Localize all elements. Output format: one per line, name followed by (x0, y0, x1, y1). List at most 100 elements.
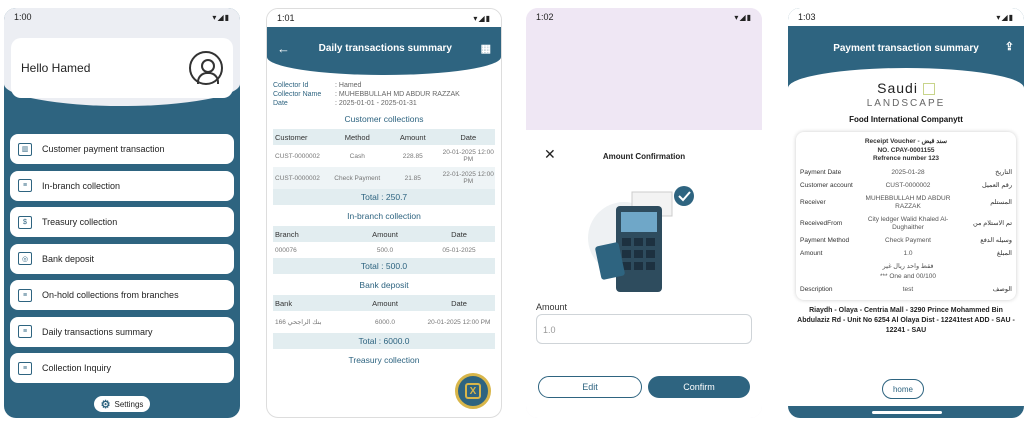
clock: 1:01 (277, 13, 295, 23)
in-branch-table: Branch Amount Date 000076 500.0 05-01-2025 T… (273, 226, 495, 274)
row-label-ar: الوصف (992, 285, 1012, 293)
edit-button[interactable]: Edit (538, 376, 642, 398)
confirm-button[interactable]: Confirm (648, 376, 750, 398)
th: Amount (372, 229, 398, 239)
gesture-bar[interactable] (872, 411, 942, 414)
td: 20-01-2025 12:00 PM (442, 149, 494, 163)
td: 21.85 (404, 174, 421, 182)
menu-item-on-hold[interactable]: ≡ On-hold collections from branches (10, 280, 234, 310)
row-label-ar: تم الاستلام من (973, 219, 1012, 227)
receipt-row: Payment Method Check Payment وسيله الدفع (800, 237, 1012, 245)
menu-item-in-branch[interactable]: ≡ In-branch collection (10, 170, 234, 201)
row-value: MUHEBBULLAH MD ABDUR RAZZAK (865, 194, 951, 210)
menu-label: Treasury collection (42, 217, 118, 227)
logo-square-icon (922, 83, 935, 96)
receipt-body: Saudi LANDSCAPE Food International Compa… (788, 68, 1024, 406)
row-label: Payment Method (800, 236, 850, 244)
header: ← Daily transactions summary ▦ (267, 27, 501, 75)
receipt-row: فقط واحد ريال غير (800, 263, 1012, 271)
receipt-screen: 1:03 ▾◢▮ Payment transaction summary ⇪ Sau… (788, 8, 1024, 418)
row-value: 1.0 (903, 249, 913, 257)
td: Check Payment (334, 174, 381, 182)
cash-icon: $ (18, 215, 32, 229)
td: بنك الراجحي 166 (275, 319, 322, 326)
menu-item-bank-deposit[interactable]: ◎ Bank deposit (10, 243, 234, 274)
document-icon: ≡ (18, 179, 32, 192)
menu-label: Bank deposit (42, 253, 95, 264)
th: Branch (275, 229, 299, 239)
document-icon: ≡ (18, 361, 32, 375)
receipt-row: Customer account CUST-0000002 رقم العميل (800, 182, 1012, 190)
menu-label: Collection Inquiry (42, 363, 112, 373)
home-button[interactable]: home (882, 379, 924, 399)
menu-item-collection-inquiry[interactable]: ≡ Collection Inquiry (10, 353, 234, 383)
amount-input[interactable]: 1.0 (536, 314, 752, 344)
status-icons: ▾◢▮ (996, 12, 1014, 22)
total-row: Total : 6000.0 (273, 333, 495, 349)
gear-icon: ⚙ (100, 398, 111, 411)
voucher-title: Receipt Voucher - سند قبض (864, 138, 948, 145)
td: 6000.0 (375, 318, 395, 326)
menu-label: Customer payment transaction (42, 144, 165, 154)
row-value: 2025-01-28 (891, 168, 925, 176)
main-menu: ▥ Customer payment transaction ≡ In-branch… (10, 134, 234, 390)
document-icon: ≡ (18, 288, 32, 302)
logo-text: Saudi (877, 80, 918, 96)
settings-label: Settings (114, 399, 144, 409)
row-label: Receiver (800, 198, 826, 206)
export-excel-button[interactable]: X (455, 373, 491, 409)
collector-info: Collector Id: Hamed Collector Name: MUHE… (267, 75, 501, 108)
th: Date (460, 132, 477, 142)
row-label: ReceivedFrom (800, 219, 843, 227)
logo-subtext: LANDSCAPE (866, 98, 946, 109)
back-arrow-icon[interactable]: ← (277, 41, 290, 56)
avatar-icon[interactable] (189, 51, 223, 85)
status-icons: ▾◢▮ (212, 12, 230, 22)
clock: 1:00 (14, 12, 32, 22)
row-value: Check Payment (885, 236, 931, 244)
menu-item-customer-payment[interactable]: ▥ Customer payment transaction (10, 134, 234, 164)
status-icons: ▾◢▮ (734, 12, 752, 22)
meta-value: : 2025-01-01 - 2025-01-31 (335, 100, 417, 107)
status-bar: 1:02 ▾◢▮ (526, 8, 762, 26)
document-icon: ≡ (18, 325, 32, 338)
menu-label: In-branch collection (42, 180, 121, 191)
th: Method (344, 132, 370, 142)
table-row: بنك الراجحي 166 6000.0 20-01-2025 12:00 PM (273, 311, 495, 333)
amount-label: Amount (536, 302, 568, 312)
greeting-card: Hello Hamed (11, 38, 233, 98)
th: Amount (399, 132, 426, 142)
menu-item-treasury[interactable]: $ Treasury collection (10, 207, 234, 237)
meta-key: Date (273, 100, 288, 107)
td: Cash (349, 152, 365, 160)
voucher-number: NO. CPAY-0001155 (877, 146, 935, 154)
menu-label: On-hold collections from branches (42, 290, 179, 300)
amount-words-en: *** One and 00/100 (879, 272, 937, 280)
receipt-row: Description test الوصف (800, 286, 1012, 294)
calendar-icon[interactable]: ▦ (481, 42, 491, 55)
row-value: City ledger Walid Khaled Al-Dughaither (867, 215, 949, 231)
share-icon[interactable]: ⇪ (1005, 40, 1014, 53)
row-value: CUST-0000002 (885, 181, 931, 189)
page-title: Daily transactions summary (318, 42, 452, 54)
th: Customer (275, 132, 308, 142)
amount-words-ar: فقط واحد ريال غير (882, 262, 934, 270)
receipt-row: Amount 1.0 المبلغ (800, 250, 1012, 258)
menu-item-daily-summary[interactable]: ≡ Daily transactions summary (10, 316, 234, 347)
meta-value: : MUHEBBULLAH MD ABDUR RAZZAK (335, 91, 460, 98)
excel-icon: X (465, 383, 481, 399)
bank-icon: ▥ (18, 142, 32, 156)
payment-terminal-illustration (588, 186, 694, 292)
status-bar: 1:01 ▾◢▮ (267, 9, 501, 27)
section-title: Treasury collection (348, 355, 420, 365)
address: Riaydh - Olaya - Centria Mall - 3290 Pri… (797, 306, 1015, 334)
meta-key: Collector Id (273, 82, 309, 89)
row-label-ar: رقم العميل (982, 181, 1012, 189)
th: Date (451, 229, 467, 239)
row-label-ar: وسيله الدفع (980, 236, 1012, 244)
header: Payment transaction summary ⇪ (788, 26, 1024, 70)
td: 228.85 (402, 152, 423, 160)
table-row: 000076 500.0 05-01-2025 (273, 242, 495, 258)
settings-button[interactable]: ⚙ Settings (94, 396, 150, 412)
total-row: Total : 500.0 (273, 258, 495, 274)
